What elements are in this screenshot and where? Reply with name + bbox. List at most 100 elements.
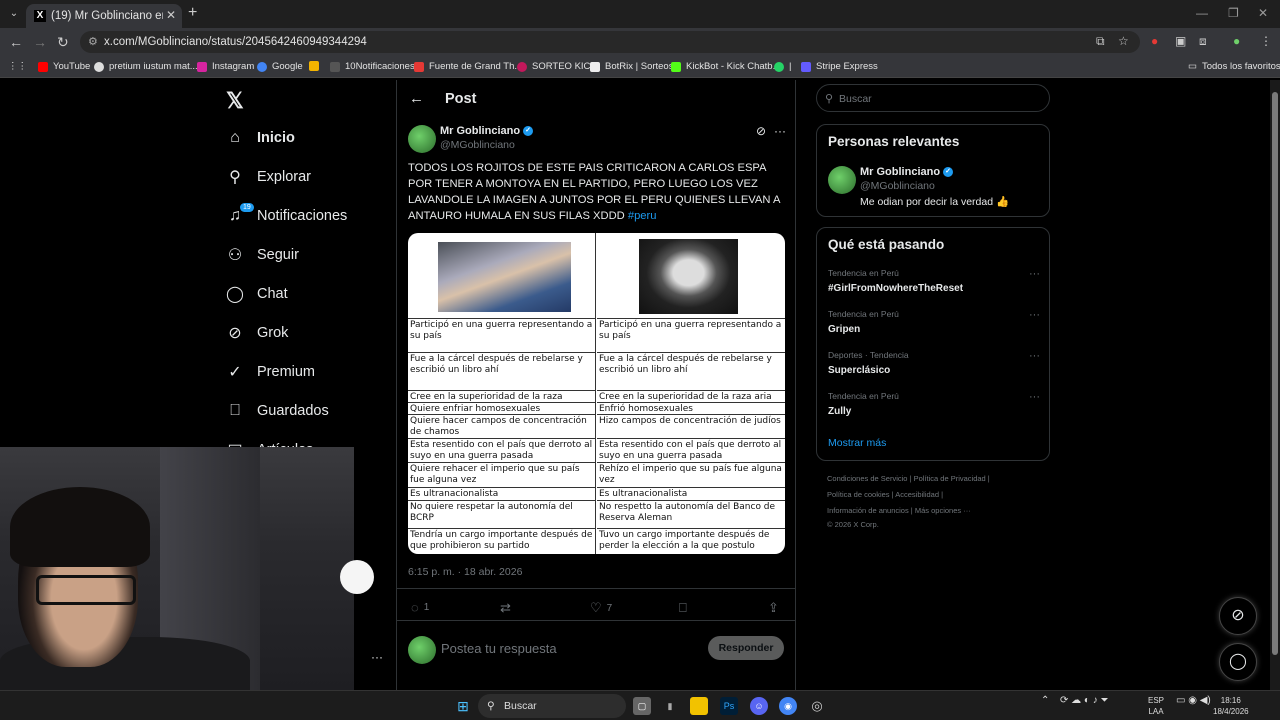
bookmark-fuente-gta[interactable]: Fuente de Grand Th... (414, 61, 522, 72)
bookmark-sorteo-kick[interactable]: SORTEO KICK (517, 61, 597, 72)
bookmark-star-icon[interactable]: ☆ (1118, 34, 1129, 48)
minimize-button[interactable]: — (1196, 6, 1208, 20)
more-options-icon[interactable]: ··· (1029, 350, 1040, 362)
save-button[interactable]: ⎕ (679, 600, 692, 616)
clock[interactable]: 18:16 18/4/2026 (1213, 695, 1249, 717)
bookmark-instagram[interactable]: Instagram (197, 61, 254, 72)
repost-button[interactable]: ⇄ (500, 600, 516, 616)
reply-avatar (408, 636, 436, 664)
discord-icon[interactable]: ☺ (750, 697, 768, 715)
bookmark-10notificaciones[interactable]: 10Notificaciones (330, 61, 415, 72)
reply-submit-button[interactable]: Responder (708, 636, 784, 660)
reply-button[interactable]: ◌ 1 (411, 600, 429, 615)
comparison-cell: Quiere hacer campos de concentración de … (408, 414, 596, 438)
bookmark-botrix[interactable]: BotRix | Sorteos (590, 61, 673, 72)
comparison-cell: Tuvo un cargo importante después de perd… (597, 528, 785, 554)
grok-explain-icon[interactable]: ⊘ (756, 124, 766, 138)
more-options-icon[interactable]: ··· (1029, 391, 1040, 403)
reload-icon[interactable]: ↻ (57, 34, 69, 51)
reply-input[interactable]: Postea tu respuesta (441, 641, 557, 656)
more-options-icon[interactable]: ··· (1029, 268, 1040, 280)
task-view-icon[interactable]: ▢ (633, 697, 651, 715)
back-icon[interactable]: ← (9, 34, 23, 50)
grok-fab-icon[interactable]: ⊘ (1219, 597, 1257, 635)
chrome-icon[interactable]: ◉ (779, 697, 797, 715)
youtube-icon (38, 61, 48, 72)
apps-grid-icon[interactable]: ⋮⋮ (8, 61, 27, 72)
forward-icon[interactable]: → (33, 34, 47, 50)
photoshop-icon[interactable]: Ps (720, 697, 738, 715)
bookmark-google[interactable]: Google (257, 61, 303, 72)
bookmark-extension[interactable] (309, 61, 324, 71)
post-image[interactable]: Participó en una guerra representando a … (408, 233, 785, 554)
app-icon[interactable]: ◎ (808, 697, 826, 715)
more-options-icon[interactable]: ··· (774, 124, 786, 138)
page-title: Post (445, 91, 477, 107)
author-avatar[interactable] (408, 125, 436, 153)
all-bookmarks[interactable]: ▭ Todos los favoritos (1188, 61, 1280, 72)
close-window-button[interactable]: ✕ (1258, 6, 1268, 20)
tray-chevron-icon[interactable]: ⌃ (1041, 695, 1049, 706)
back-arrow-icon[interactable]: ← (409, 90, 424, 107)
app-icon[interactable]: ▮ (661, 697, 679, 715)
comparison-cell: Cree en la superioridad de la raza andin… (408, 390, 596, 402)
sidebar-item-notificaciones[interactable]: ♫ 19 Notificaciones (226, 201, 347, 231)
profile-avatar[interactable]: ● (1233, 34, 1240, 48)
close-tab-icon[interactable]: ✕ (166, 8, 176, 22)
share-button[interactable]: ⇪ (768, 600, 784, 616)
author-handle[interactable]: @MGoblinciano (440, 139, 515, 151)
page-scrollbar[interactable] (1270, 80, 1280, 690)
author-name[interactable]: Mr Goblinciano ✓ (440, 125, 534, 137)
relevant-handle[interactable]: @MGoblinciano (860, 180, 935, 192)
hashtag-link[interactable]: #peru (628, 210, 657, 222)
relevant-avatar[interactable] (828, 166, 856, 194)
windows-start-icon[interactable]: ⊞ (454, 697, 472, 715)
tray-icons[interactable]: ⟳ ☁ ◐ ♪ ⏷ (1060, 695, 1109, 706)
search-input[interactable]: ⚲ Buscar (816, 84, 1050, 112)
taskbar-search[interactable]: ⚲ Buscar (478, 694, 626, 718)
trend-item[interactable]: Tendencia en Perú Zully ··· (828, 391, 1040, 417)
file-explorer-icon[interactable] (690, 697, 708, 715)
like-button[interactable]: ♡ 7 (590, 600, 612, 616)
site-info-icon[interactable]: ⚙ (88, 31, 98, 53)
post-timestamp[interactable]: 6:15 p. m. · 18 abr. 2026 (408, 566, 522, 578)
install-icon[interactable]: ⧉ (1096, 34, 1105, 49)
bookmark-stripe[interactable]: Stripe Express (801, 61, 878, 72)
footer-links: Condiciones de Servicio | Política de Pr… (827, 474, 990, 483)
x-logo-icon[interactable]: 𝕏 (226, 88, 244, 114)
google-icon (257, 61, 267, 72)
extension-icon[interactable]: ▣ (1175, 34, 1186, 48)
new-tab-button[interactable]: + (188, 4, 197, 22)
more-options-icon[interactable]: ··· (1029, 309, 1040, 321)
browser-tab[interactable]: X (19) Mr Goblinciano en X: "TOD ✕ (26, 4, 182, 28)
bookmark-kickbot[interactable]: KickBot - Kick Chatb... (671, 61, 781, 72)
sidebar-item-chat[interactable]: ◯ Chat (226, 279, 288, 309)
network-volume-icons[interactable]: ▭ ◉ ◀) (1176, 695, 1211, 706)
comparison-cell: No quiere respetar la autonomía del BCRP (408, 500, 596, 528)
sidebar-item-guardados[interactable]: ⎕ Guardados (226, 396, 329, 426)
show-more-link[interactable]: Mostrar más (828, 437, 886, 449)
bookmark-pretium[interactable]: pretium iustum mat... (94, 61, 198, 72)
address-bar[interactable]: ⚙ x.com/MGoblinciano/status/204564246094… (80, 31, 1140, 53)
person-hair (10, 487, 150, 567)
sidebar-item-explorar[interactable]: ⚲ Explorar (226, 162, 311, 192)
trend-item[interactable]: Deportes · Tendencia Superclásico ··· (828, 350, 1040, 376)
bookmark-youtube[interactable]: YouTube (38, 61, 90, 72)
sidebar-item-seguir[interactable]: ⚇ Seguir (226, 240, 299, 270)
restore-button[interactable]: ❐ (1228, 6, 1239, 20)
extension-red-icon[interactable]: ● (1151, 34, 1158, 48)
sidebar-item-grok[interactable]: ⊘ Grok (226, 318, 288, 348)
menu-icon[interactable]: ⋮ (1260, 34, 1272, 48)
trend-item[interactable]: Tendencia en Perú Gripen ··· (828, 309, 1040, 335)
extensions-puzzle-icon[interactable]: ⧈ (1199, 34, 1207, 49)
sidebar-item-inicio[interactable]: ⌂ Inicio (226, 123, 295, 153)
scrollbar-thumb[interactable] (1272, 92, 1278, 655)
sidebar-item-premium[interactable]: ✓ Premium (226, 357, 315, 387)
bookmark-whatsapp[interactable]: | (774, 61, 791, 72)
trend-item[interactable]: Tendencia en Perú #GirlFromNowhereTheRese… (828, 268, 1040, 294)
messages-fab-icon[interactable]: ◯ (1219, 643, 1257, 681)
tab-search-button[interactable]: ⌄ (6, 6, 22, 22)
more-menu-icon[interactable]: ··· (371, 650, 383, 664)
language-indicator[interactable]: ESP LAA (1148, 695, 1164, 717)
relevant-name[interactable]: Mr Goblinciano ✓ (860, 166, 954, 178)
